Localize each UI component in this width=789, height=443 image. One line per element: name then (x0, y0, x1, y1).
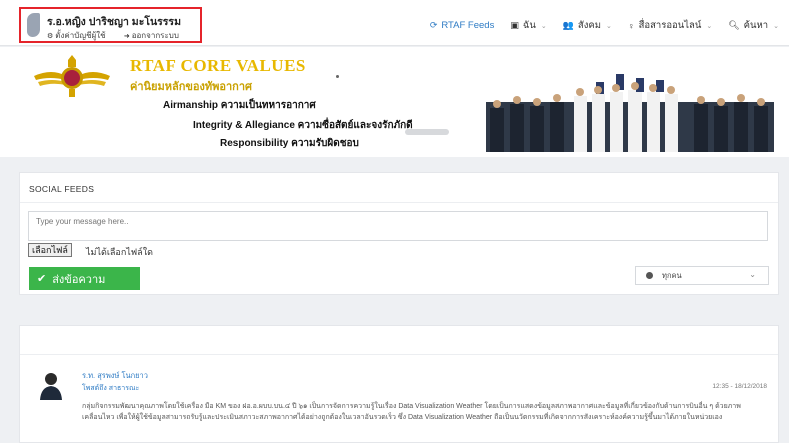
audience-select[interactable]: ทุกคน ⌄ (635, 266, 769, 285)
divider (20, 354, 778, 355)
user-actions: ⚙ ตั้งค่าบัญชีผู้ใช้ ➜ ออกจากระบบ (47, 29, 195, 42)
account-settings-link[interactable]: ⚙ ตั้งค่าบัญชีผู้ใช้ (47, 31, 114, 40)
send-message-label: ส่งข้อความ (52, 273, 106, 286)
banner-title: RTAF CORE VALUES (130, 56, 306, 75)
core-value-airmanship: Airmanship ความเป็นทหารอากาศ (163, 100, 316, 111)
social-feeds-panel: SOCIAL FEEDS เลือกไฟล์ ไม่ได้เลือกไฟล์ใด… (19, 172, 779, 295)
post-body: กลุ่มกิจกรรมพัฒนาคุณภาพโดยใช้เครื่อง มือ… (82, 403, 741, 421)
chevron-down-icon: ⌄ (706, 22, 713, 30)
chevron-down-icon: ⌄ (605, 22, 612, 30)
nav-rtaf-feeds[interactable]: ⟳ RTAF Feeds (430, 20, 495, 31)
post-timestamp: 12:35 - 18/12/2018 (712, 383, 767, 390)
nav-rtaf-feeds-label: RTAF Feeds (441, 20, 495, 31)
chevron-down-icon: ⌄ (749, 270, 756, 279)
search-icon: 🔍︎ (728, 20, 740, 30)
main-nav: ⟳ RTAF Feeds ▣ ฉัน ⌄ 👥 สังคม ⌄ ♀ สื่อสาร… (414, 18, 779, 33)
top-bar: ร.อ.หญิง ปาริชญา มะโนรรรม ⚙ ตั้งค่าบัญชีผ… (0, 0, 789, 46)
account-settings-label: ตั้งค่าบัญชีผู้ใช้ (55, 31, 106, 40)
post-author[interactable]: ร.ท. สุรพงษ์ โนกยาว (82, 370, 148, 382)
core-value-integrity: Integrity & Allegiance ความซื่อสัตย์และจ… (193, 120, 413, 131)
rtaf-emblem-logo (34, 55, 110, 97)
nav-social[interactable]: 👥 สังคม ⌄ (563, 18, 612, 33)
airmen-group-photo (476, 60, 774, 152)
check-icon: ✔ (37, 273, 47, 285)
nav-search[interactable]: 🔍︎ ค้นหา ⌄ (728, 18, 779, 33)
nav-media[interactable]: ♀ สื่อสารออนไลน์ ⌄ (628, 18, 712, 33)
lightbulb-icon: ♀ (627, 20, 635, 31)
send-message-button[interactable]: ✔ ส่งข้อความ (29, 267, 140, 290)
decorative-swoosh (405, 129, 449, 135)
nav-media-label: สื่อสารออนไลน์ (638, 20, 702, 31)
id-card-icon: ▣ (510, 20, 519, 30)
chevron-down-icon: ⌄ (540, 22, 547, 30)
sign-out-icon: ➜ (123, 33, 130, 40)
chevron-down-icon: ⌄ (773, 22, 779, 30)
author-avatar[interactable] (39, 370, 63, 400)
post-visibility: โพสต์ถึง สาธารณะ (82, 385, 140, 392)
core-value-responsibility: Responsibility ความรับผิดชอบ (220, 138, 359, 149)
user-menu[interactable]: ร.อ.หญิง ปาริชญา มะโนรรรม ⚙ ตั้งค่าบัญชีผ… (19, 7, 202, 43)
audience-value: ทุกคน (662, 270, 682, 280)
divider (20, 202, 778, 203)
core-values-banner: RTAF CORE VALUES ค่านิยมหลักของทัพอากาศ … (0, 47, 789, 157)
user-name[interactable]: ร.อ.หญิง ปาริชญา มะโนรรรม (47, 13, 181, 30)
nav-me[interactable]: ▣ ฉัน ⌄ (510, 18, 546, 33)
nav-me-label: ฉัน (522, 20, 536, 31)
choose-file-button[interactable]: เลือกไฟล์ (28, 243, 72, 257)
globe-icon (646, 272, 653, 279)
nav-search-label: ค้นหา (743, 20, 769, 31)
users-icon: 👥 (562, 20, 574, 30)
user-avatar[interactable] (27, 13, 40, 37)
message-input[interactable] (28, 211, 768, 241)
file-status: ไม่ได้เลือกไฟล์ใด (86, 247, 153, 257)
nav-social-label: สังคม (577, 20, 601, 31)
feed-post: ร.ท. สุรพงษ์ โนกยาว โพสต์ถึง สาธารณะ 12:… (19, 325, 779, 443)
banner-subtitle: ค่านิยมหลักของทัพอากาศ (130, 81, 253, 93)
logout-label: ออกจากระบบ (131, 31, 179, 40)
social-feeds-title: SOCIAL FEEDS (29, 184, 95, 194)
logout-link[interactable]: ➜ ออกจากระบบ (124, 31, 187, 40)
gears-icon: ⚙ (47, 33, 54, 40)
decorative-dot (336, 75, 339, 78)
refresh-icon: ⟳ (429, 20, 438, 30)
